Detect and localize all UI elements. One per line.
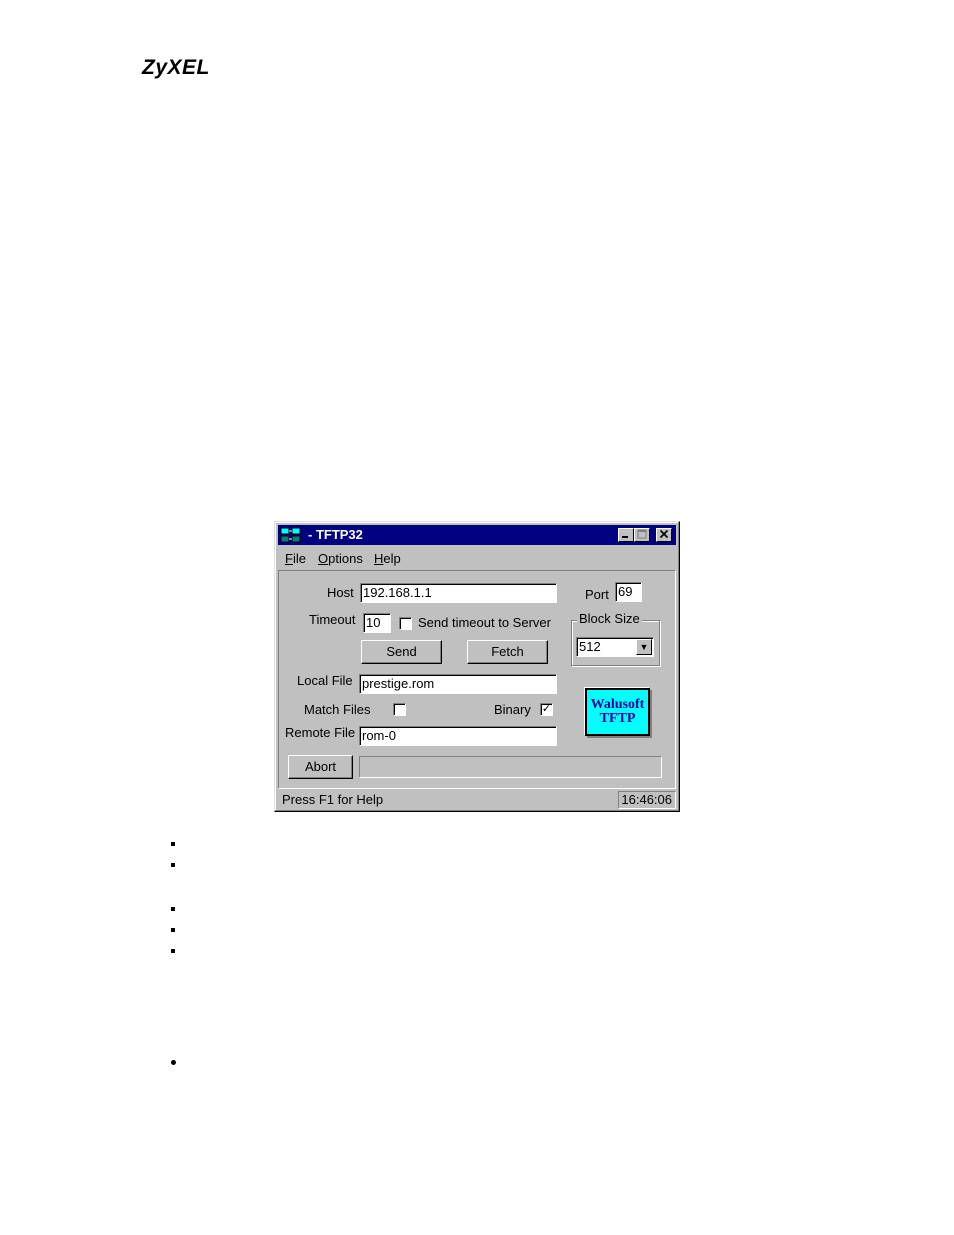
host-label: Host xyxy=(327,585,354,600)
list-bullet xyxy=(171,949,175,953)
maximize-button[interactable] xyxy=(634,528,650,542)
send-button[interactable]: Send xyxy=(361,640,442,664)
local-file-label: Local File xyxy=(297,673,353,688)
status-help-text: Press F1 for Help xyxy=(282,792,384,807)
block-size-value: 512 xyxy=(579,639,601,654)
timeout-input[interactable]: 10 xyxy=(363,613,391,633)
list-bullet xyxy=(171,842,175,846)
port-label: Port xyxy=(585,587,609,602)
zyxel-logo: ZyXEL xyxy=(142,56,210,79)
close-button[interactable] xyxy=(656,528,672,542)
minimize-button[interactable] xyxy=(618,528,634,542)
binary-checkbox[interactable]: ✓ xyxy=(540,703,553,716)
window-title: - TFTP32 xyxy=(308,527,363,542)
remote-file-label: Remote File xyxy=(285,725,356,740)
host-input[interactable]: 192.168.1.1 xyxy=(360,583,557,603)
abort-button[interactable]: Abort xyxy=(288,755,353,779)
fetch-button[interactable]: Fetch xyxy=(467,640,548,664)
chevron-down-icon[interactable]: ▼ xyxy=(636,639,652,655)
block-size-select[interactable]: 512 ▼ xyxy=(576,637,654,657)
title-bar[interactable]: - TFTP32 xyxy=(278,525,676,545)
walusoft-logo-line2: TFTP xyxy=(599,711,636,726)
progress-bar xyxy=(359,756,662,778)
status-bar: Press F1 for Help 16:46:06 xyxy=(278,791,676,809)
match-files-checkbox[interactable] xyxy=(393,703,406,716)
tftp32-window: - TFTP32 File Options Help Host 192.168.… xyxy=(274,521,680,812)
walusoft-logo-line1: Walusoft xyxy=(590,697,645,712)
send-timeout-label: Send timeout to Server xyxy=(418,615,551,630)
menu-options[interactable]: Options xyxy=(318,551,363,566)
list-bullet xyxy=(171,1060,176,1065)
remote-file-input[interactable]: rom-0 xyxy=(359,726,557,746)
block-size-label: Block Size xyxy=(577,611,642,626)
menu-help[interactable]: Help xyxy=(374,551,401,566)
match-files-label: Match Files xyxy=(304,702,371,717)
close-icon xyxy=(659,529,669,539)
timeout-label: Timeout xyxy=(309,612,356,627)
status-time: 16:46:06 xyxy=(618,791,676,809)
local-file-input[interactable]: prestige.rom xyxy=(359,674,557,694)
port-input[interactable]: 69 xyxy=(615,582,642,602)
network-icon xyxy=(280,527,301,543)
walusoft-logo: Walusoft TFTP xyxy=(585,688,650,736)
menu-file[interactable]: File xyxy=(285,551,306,566)
client-area: Host 192.168.1.1 Port 69 Timeout 10 Send… xyxy=(278,570,676,789)
maximize-icon xyxy=(637,529,647,539)
minimize-icon xyxy=(622,536,628,538)
binary-label: Binary xyxy=(494,702,531,717)
list-bullet xyxy=(171,928,175,932)
send-timeout-checkbox[interactable] xyxy=(399,617,412,630)
list-bullet xyxy=(171,907,175,911)
list-bullet xyxy=(171,863,175,867)
